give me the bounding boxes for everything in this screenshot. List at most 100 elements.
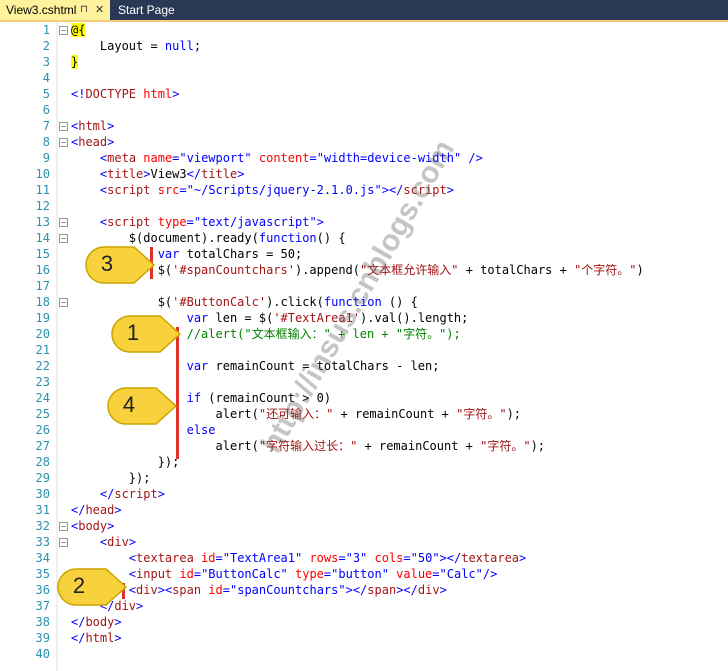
code-token: "button" (331, 567, 389, 581)
code-line[interactable]: 40 (0, 646, 728, 662)
code-line[interactable]: 10 <title>View3</title> (0, 166, 728, 182)
code-text: <script src="~/Scripts/jquery-2.1.0.js">… (71, 182, 454, 198)
code-line[interactable]: 14− $(document).ready(function() { (0, 230, 728, 246)
line-number: 17 (35, 279, 50, 293)
code-line[interactable]: 32− <body> (0, 518, 728, 534)
callout-1: 1 (108, 314, 182, 358)
code-token: > (439, 583, 447, 597)
line-number: 24 (35, 391, 50, 405)
code-token: "width=device-width" (316, 151, 462, 165)
code-token: > (136, 599, 144, 613)
code-token: /> (461, 151, 483, 165)
code-line[interactable]: 34 <textarea id="TextArea1" rows="3" col… (0, 550, 728, 566)
code-text: <script type="text/javascript"> (71, 214, 324, 230)
code-token: content (251, 151, 310, 165)
code-line[interactable]: 31 </head> (0, 502, 728, 518)
code-line[interactable]: 28 }); (0, 454, 728, 470)
collapse-icon[interactable]: − (59, 122, 68, 131)
code-line[interactable]: 3} (0, 54, 728, 70)
code-token: + totalChars + (458, 263, 575, 277)
line-number: 5 (42, 87, 50, 101)
code-token: type (287, 567, 324, 581)
collapse-icon[interactable]: − (59, 138, 68, 147)
code-line[interactable]: 6 (0, 102, 728, 118)
code-line[interactable]: 39 </html> (0, 630, 728, 646)
tab-view3-cshtml[interactable]: View3.cshtml ⊓ ✕ (0, 0, 110, 20)
code-text: <html> (71, 118, 114, 134)
code-line[interactable]: 8− <head> (0, 134, 728, 150)
code-token: ).click( (266, 295, 324, 309)
code-line[interactable]: 38 </body> (0, 614, 728, 630)
code-token: >< (157, 583, 173, 597)
line-number: 11 (35, 183, 50, 197)
code-token: "字符输入过长：" (258, 439, 358, 453)
line-number: 10 (35, 167, 50, 181)
collapse-icon[interactable]: − (59, 26, 68, 35)
code-text: </head> (71, 502, 122, 518)
code-token: src (150, 183, 180, 197)
code-text: }); (71, 470, 151, 486)
code-line[interactable]: 30 </script> (0, 486, 728, 502)
code-token: ) (636, 263, 644, 277)
collapse-icon[interactable]: − (59, 522, 68, 531)
code-token: var (186, 311, 209, 325)
callout-label: 4 (122, 392, 136, 417)
code-text: <meta name="viewport" content="width=dev… (71, 150, 483, 166)
code-line[interactable]: 18− $('#ButtonCalc').click(function () { (0, 294, 728, 310)
code-token: = (309, 151, 317, 165)
close-icon[interactable]: ✕ (95, 0, 104, 20)
code-token: > (172, 87, 180, 101)
line-number: 31 (35, 503, 50, 517)
code-token: value (388, 567, 433, 581)
code-token: </ (71, 503, 86, 517)
code-token: type (150, 215, 187, 229)
code-token: = (403, 551, 411, 565)
code-token: html (85, 631, 115, 645)
code-line[interactable]: 4 (0, 70, 728, 86)
code-token: }); (71, 455, 180, 469)
code-line[interactable]: 29 }); (0, 470, 728, 486)
collapse-icon[interactable]: − (59, 298, 68, 307)
tab-label: View3.cshtml (6, 3, 77, 17)
tab-start-page[interactable]: Start Page (112, 0, 192, 20)
code-line[interactable]: 33− <div> (0, 534, 728, 550)
code-line[interactable]: 9 <meta name="viewport" content="width=d… (0, 150, 728, 166)
line-number: 35 (35, 567, 50, 581)
code-token: $( (71, 295, 173, 309)
code-token: title (107, 167, 144, 181)
pin-icon[interactable]: ⊓ (80, 0, 88, 20)
code-line[interactable]: 11 <script src="~/Scripts/jquery-2.1.0.j… (0, 182, 728, 198)
code-token: </ (186, 167, 202, 181)
collapse-icon[interactable]: − (59, 218, 68, 227)
line-number: 2 (42, 39, 50, 53)
callout-label: 2 (72, 573, 86, 598)
code-line[interactable]: 5 <!DOCTYPE html> (0, 86, 728, 102)
callout-label: 1 (126, 320, 140, 345)
code-token: + remainCount + (357, 439, 481, 453)
code-token: //alert("文本框输入：" + len + "字符。"); (186, 327, 461, 341)
tab-label: Start Page (118, 3, 175, 17)
code-line[interactable]: 13− <script type="text/javascript"> (0, 214, 728, 230)
code-editor[interactable]: 1− @{2 Layout = null; 3} 4 5 <!DOCTYPE html> 6… (0, 22, 728, 671)
code-line[interactable]: 1− @{ (0, 22, 728, 38)
code-token: + remainCount + (333, 407, 457, 421)
code-text: <textarea id="TextArea1" rows="3" cols="… (71, 550, 526, 566)
code-token: }); (71, 471, 151, 485)
code-token: "3" (345, 551, 368, 565)
code-token: "个字符。" (574, 263, 637, 277)
code-token: function (323, 295, 382, 309)
code-line[interactable]: 27 alert("字符输入过长：" + remainCount + "字符。"… (0, 438, 728, 454)
code-token: > (107, 135, 115, 149)
callout-label: 3 (100, 251, 114, 276)
collapse-icon[interactable]: − (59, 538, 68, 547)
code-token: "Calc" (439, 567, 483, 581)
code-text: }); (71, 454, 180, 470)
code-line[interactable]: 7− <html> (0, 118, 728, 134)
collapse-icon[interactable]: − (59, 234, 68, 243)
code-line[interactable]: 22 var remainCount = totalChars - len; (0, 358, 728, 374)
code-token: /> (482, 567, 498, 581)
code-text: <div> (71, 534, 136, 550)
code-line[interactable]: 12 (0, 198, 728, 214)
code-line[interactable]: 2 Layout = null; (0, 38, 728, 54)
